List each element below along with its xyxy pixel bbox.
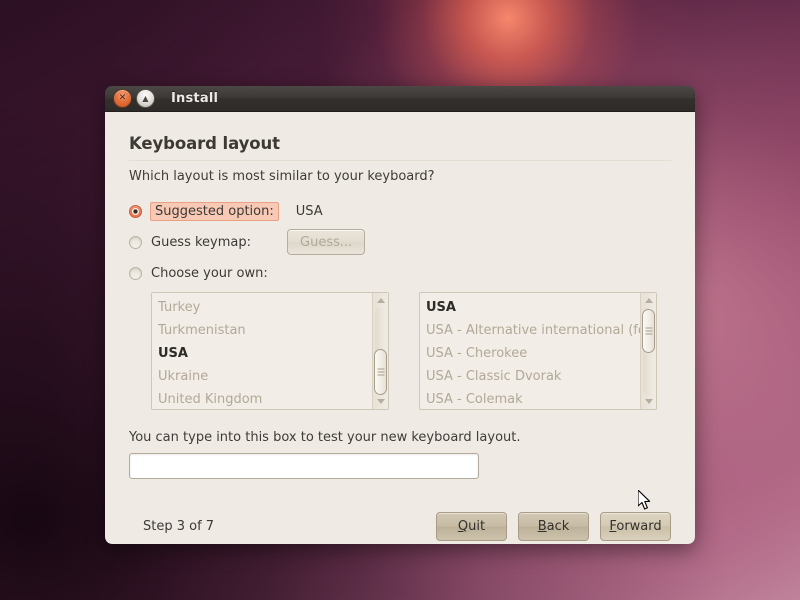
list-item[interactable]: USA: [158, 342, 372, 365]
list-item[interactable]: USA - Alternative international (for: [426, 319, 640, 342]
forward-button[interactable]: Forward: [600, 512, 671, 541]
scrollbar-thumb[interactable]: [642, 309, 655, 353]
scroll-up-icon[interactable]: [373, 294, 388, 307]
radio-label-suggested: Suggested option:: [150, 201, 279, 221]
scroll-up-icon[interactable]: [641, 294, 656, 307]
radio-guess[interactable]: [129, 235, 142, 249]
minimize-button[interactable]: ▲: [136, 89, 155, 108]
test-box-label: You can type into this box to test your …: [129, 430, 521, 445]
quit-button[interactable]: Quit: [436, 512, 507, 541]
window-title: Install: [171, 91, 219, 106]
layout-lists: Turkey Turkmenistan USA Ukraine United K…: [151, 292, 671, 410]
back-button[interactable]: Back: [518, 512, 589, 541]
footer-button-group: Quit Back Forward: [436, 512, 671, 541]
list-item[interactable]: USA - Colemak: [426, 388, 640, 409]
variant-list-items[interactable]: USA USA - Alternative international (for…: [420, 293, 640, 409]
page-subtitle: Which layout is most similar to your key…: [129, 169, 435, 184]
country-list[interactable]: Turkey Turkmenistan USA Ukraine United K…: [151, 292, 389, 410]
guess-button[interactable]: Guess...: [287, 229, 366, 255]
list-item[interactable]: USA: [426, 296, 640, 319]
keyboard-test-input[interactable]: [129, 453, 479, 479]
option-row-choose[interactable]: Choose your own:: [129, 260, 671, 286]
step-indicator: Step 3 of 7: [143, 519, 215, 534]
suggested-layout-value: USA: [295, 203, 323, 219]
heading-divider: [129, 160, 671, 161]
option-row-guess[interactable]: Guess keymap: Guess...: [129, 229, 671, 255]
list-item[interactable]: Ukraine: [158, 365, 372, 388]
page-title: Keyboard layout: [129, 134, 280, 153]
list-item[interactable]: United Kingdom: [158, 388, 372, 409]
radio-label-choose: Choose your own:: [151, 265, 268, 281]
close-icon: ✕: [118, 93, 127, 103]
window-content: Keyboard layout Which layout is most sim…: [105, 112, 695, 544]
scrollbar-grip-icon: [645, 326, 652, 337]
country-list-scrollbar[interactable]: [372, 293, 388, 409]
radio-suggested[interactable]: [129, 204, 142, 218]
scroll-down-icon[interactable]: [641, 395, 656, 408]
close-button[interactable]: ✕: [113, 89, 132, 108]
option-row-suggested[interactable]: Suggested option: USA: [129, 198, 671, 224]
chevron-up-icon: ▲: [142, 93, 149, 103]
scrollbar-grip-icon: [377, 367, 384, 378]
variant-list-scrollbar[interactable]: [640, 293, 656, 409]
install-window: ✕ ▲ Install Keyboard layout Which layout…: [105, 86, 695, 544]
scroll-down-icon[interactable]: [373, 395, 388, 408]
list-item[interactable]: Turkmenistan: [158, 319, 372, 342]
radio-label-guess: Guess keymap:: [151, 234, 252, 250]
list-item[interactable]: USA - Classic Dvorak: [426, 365, 640, 388]
country-list-items[interactable]: Turkey Turkmenistan USA Ukraine United K…: [152, 293, 372, 409]
keyboard-variant-list[interactable]: USA USA - Alternative international (for…: [419, 292, 657, 410]
scrollbar-thumb[interactable]: [374, 349, 387, 395]
window-titlebar[interactable]: ✕ ▲ Install: [105, 86, 695, 112]
radio-choose[interactable]: [129, 266, 142, 280]
list-item[interactable]: Turkey: [158, 296, 372, 319]
list-item[interactable]: USA - Cherokee: [426, 342, 640, 365]
wizard-footer: Step 3 of 7 Quit Back Forward: [129, 512, 671, 541]
